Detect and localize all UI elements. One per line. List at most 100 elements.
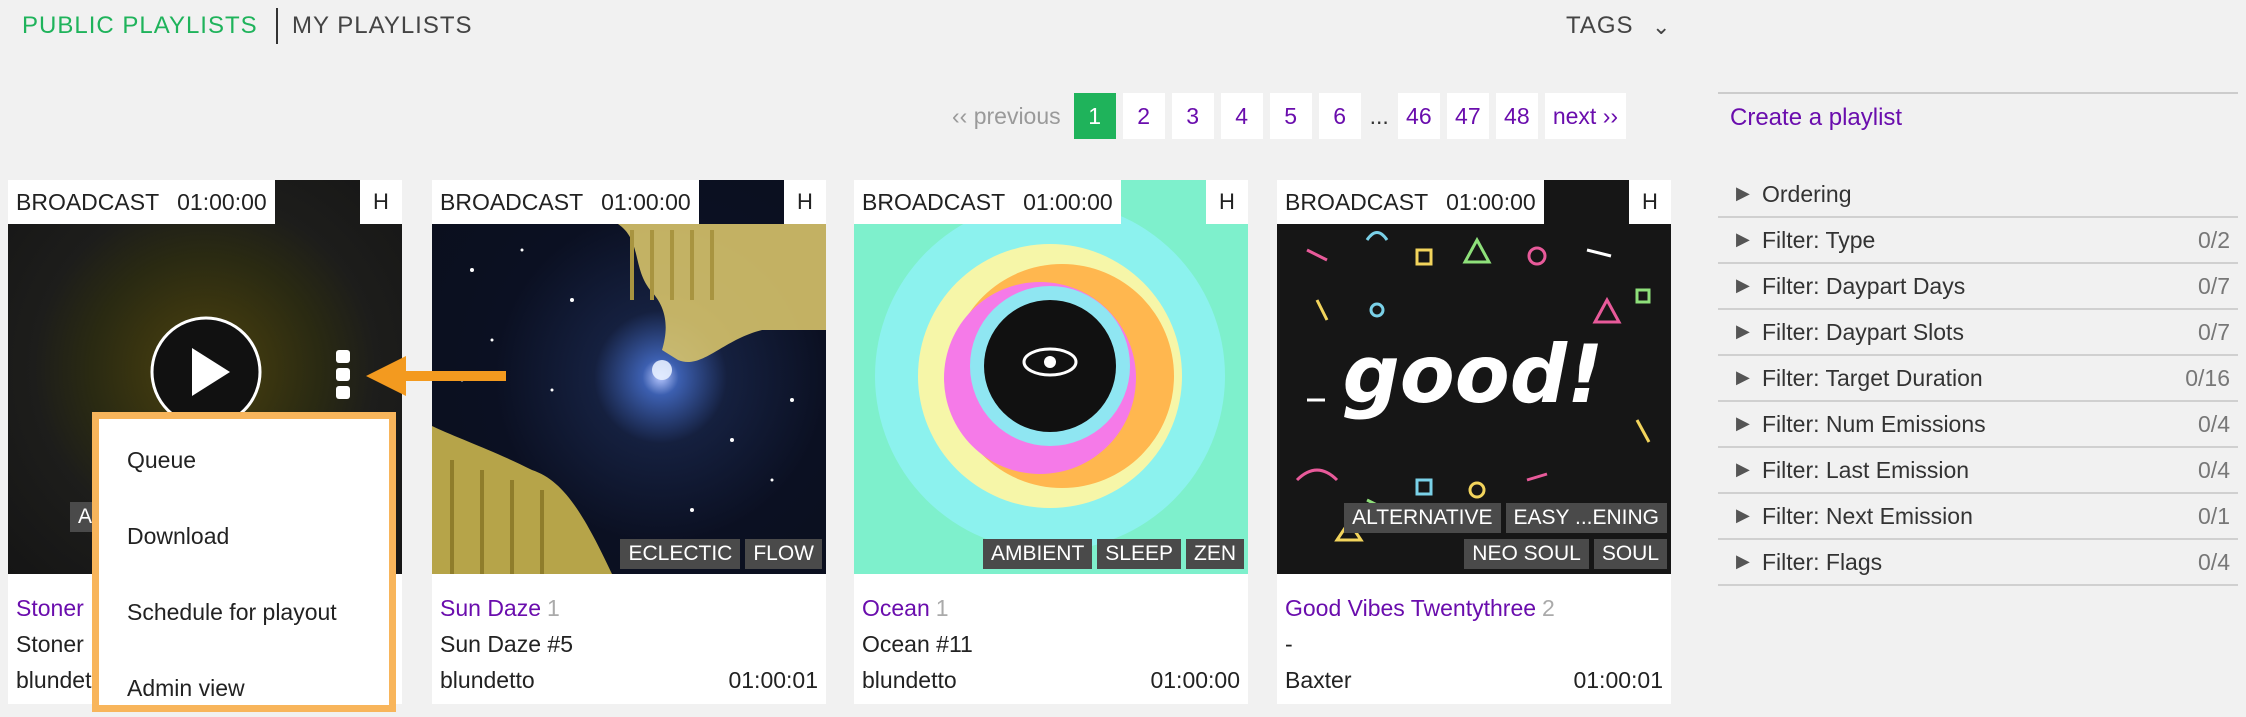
tab-public-playlists[interactable]: PUBLIC PLAYLISTS [22, 12, 258, 40]
pagination-page[interactable]: 3 [1171, 93, 1214, 139]
tag-chip[interactable]: ECLECTIC [620, 539, 741, 569]
playlist-duration: 01:00:00 [1150, 667, 1240, 693]
playlist-artwork[interactable]: AMBIENT SLEEP ZEN [854, 180, 1248, 574]
tab-divider [276, 8, 278, 44]
tag-chip[interactable]: AMBIENT [982, 539, 1093, 569]
menu-item-download[interactable]: Download [127, 523, 229, 550]
triangle-right-icon: ▶ [1736, 505, 1750, 525]
filter-flags[interactable]: ▶ Filter: Flags 0/4 [1718, 540, 2238, 586]
playlist-owner[interactable]: blundet [16, 667, 91, 694]
playlist-card[interactable]: good! ALTERNATIVE EASY ...ENING NEO SOUL… [1277, 180, 1671, 704]
filter-count: 0/1 [2198, 503, 2230, 529]
context-menu: Queue Download Schedule for playout Admi… [92, 412, 396, 712]
h-badge: H [1629, 180, 1671, 224]
playlist-subtitle: Sun Daze #5 [440, 631, 573, 657]
filter-list: ▶ Ordering ▶ Filter: Type 0/2 ▶ Filter: … [1718, 172, 2238, 586]
triangle-right-icon: ▶ [1736, 459, 1750, 479]
tab-my-playlists[interactable]: MY PLAYLISTS [292, 12, 473, 40]
card-header: BROADCAST 01:00:00 [854, 180, 1121, 224]
playlist-title[interactable]: Stoner [16, 595, 84, 622]
pagination: ‹‹ previous 1 2 3 4 5 6 ... 46 47 48 nex… [946, 93, 1627, 139]
triangle-right-icon: ▶ [1736, 183, 1750, 203]
tags-dropdown[interactable]: TAGS [1566, 12, 1634, 40]
playlist-artwork[interactable]: good! ALTERNATIVE EASY ...ENING NEO SOUL… [1277, 180, 1671, 574]
triangle-right-icon: ▶ [1736, 275, 1750, 295]
playlist-subtitle: Ocean #11 [862, 631, 973, 657]
triangle-right-icon: ▶ [1736, 321, 1750, 341]
playlist-duration: 01:00:01 [1573, 667, 1663, 693]
menu-item-queue[interactable]: Queue [127, 447, 196, 474]
arrow-head [366, 356, 406, 396]
broadcast-time: 01:00:00 [1446, 188, 1536, 215]
filter-last-emission[interactable]: ▶ Filter: Last Emission 0/4 [1718, 448, 2238, 494]
playlist-title[interactable]: Ocean 1 [862, 595, 949, 622]
triangle-right-icon: ▶ [1736, 551, 1750, 571]
playlist-duration: 01:00:01 [728, 667, 818, 693]
tag-chip[interactable]: SOUL [1593, 539, 1667, 569]
tag-chip[interactable]: FLOW [745, 539, 822, 569]
card-header: BROADCAST 01:00:00 [432, 180, 699, 224]
pagination-page[interactable]: 5 [1269, 93, 1312, 139]
playlist-subtitle: - [1285, 631, 1293, 657]
filter-count: 0/2 [2198, 227, 2230, 253]
pagination-page[interactable]: 47 [1446, 93, 1489, 139]
triangle-right-icon: ▶ [1736, 367, 1750, 387]
card-header: BROADCAST 01:00:00 [8, 180, 275, 224]
filter-count: 0/4 [2198, 457, 2230, 483]
tag-chip[interactable]: ZEN [1186, 539, 1244, 569]
pagination-next[interactable]: next ›› [1544, 93, 1627, 139]
filter-label: Ordering [1762, 181, 1852, 207]
menu-item-schedule[interactable]: Schedule for playout [127, 599, 337, 626]
play-icon [150, 316, 262, 428]
pagination-page[interactable]: 4 [1220, 93, 1263, 139]
broadcast-time: 01:00:00 [601, 188, 691, 215]
playlist-card[interactable]: AMBIENT SLEEP ZEN BROADCAST 01:00:00 H O… [854, 180, 1248, 704]
playlist-title[interactable]: Sun Daze 1 [440, 595, 560, 622]
playlist-owner[interactable]: Baxter [1285, 667, 1351, 694]
h-badge: H [1206, 180, 1248, 224]
filter-daypart-days[interactable]: ▶ Filter: Daypart Days 0/7 [1718, 264, 2238, 310]
playlist-title[interactable]: Good Vibes Twentythree 2 [1285, 595, 1555, 622]
kebab-menu-icon [336, 350, 350, 399]
tag-chip[interactable]: NEO SOUL [1464, 539, 1589, 569]
filter-target-duration[interactable]: ▶ Filter: Target Duration 0/16 [1718, 356, 2238, 402]
pagination-ellipsis: ... [1369, 102, 1389, 129]
menu-item-admin-view[interactable]: Admin view [127, 675, 245, 702]
filter-num-emissions[interactable]: ▶ Filter: Num Emissions 0/4 [1718, 402, 2238, 448]
tag-chip[interactable]: ALTERNATIVE [1344, 503, 1501, 533]
pagination-page[interactable]: 48 [1495, 93, 1538, 139]
triangle-right-icon: ▶ [1736, 229, 1750, 249]
pagination-page[interactable]: 6 [1318, 93, 1361, 139]
broadcast-label: BROADCAST [1285, 188, 1429, 215]
tag-chip[interactable]: SLEEP [1097, 539, 1181, 569]
filter-label: Filter: Daypart Slots [1762, 319, 1964, 345]
filter-count: 0/7 [2198, 273, 2230, 299]
broadcast-time: 01:00:00 [1023, 188, 1113, 215]
filter-label: Filter: Next Emission [1762, 503, 1973, 529]
filter-ordering[interactable]: ▶ Ordering [1718, 172, 2238, 218]
playlist-owner[interactable]: blundetto [440, 667, 535, 694]
playlist-owner[interactable]: blundetto [862, 667, 957, 694]
pagination-page[interactable]: 2 [1122, 93, 1165, 139]
filter-label: Filter: Target Duration [1762, 365, 1983, 391]
sidebar-divider [1718, 92, 2238, 94]
filter-count: 0/16 [2185, 365, 2230, 391]
filter-label: Filter: Last Emission [1762, 457, 1970, 483]
filter-daypart-slots[interactable]: ▶ Filter: Daypart Slots 0/7 [1718, 310, 2238, 356]
filter-label: Filter: Type [1762, 227, 1876, 253]
playlist-count: 2 [1542, 595, 1555, 621]
create-playlist-link[interactable]: Create a playlist [1730, 104, 1902, 132]
pagination-page[interactable]: 46 [1397, 93, 1440, 139]
pagination-page[interactable]: 1 [1073, 93, 1116, 139]
filter-type[interactable]: ▶ Filter: Type 0/2 [1718, 218, 2238, 264]
broadcast-label: BROADCAST [440, 188, 584, 215]
filter-next-emission[interactable]: ▶ Filter: Next Emission 0/1 [1718, 494, 2238, 540]
filter-label: Filter: Flags [1762, 549, 1883, 575]
pagination-previous[interactable]: ‹‹ previous [946, 93, 1067, 139]
filter-label: Filter: Num Emissions [1762, 411, 1986, 437]
chevron-down-icon[interactable]: ⌄ [1652, 14, 1670, 40]
playlist-card[interactable]: ECLECTIC FLOW BROADCAST 01:00:00 H Sun D… [432, 180, 826, 704]
filter-count: 0/7 [2198, 319, 2230, 345]
tag-chip[interactable]: EASY ...ENING [1505, 503, 1667, 533]
filter-count: 0/4 [2198, 549, 2230, 575]
